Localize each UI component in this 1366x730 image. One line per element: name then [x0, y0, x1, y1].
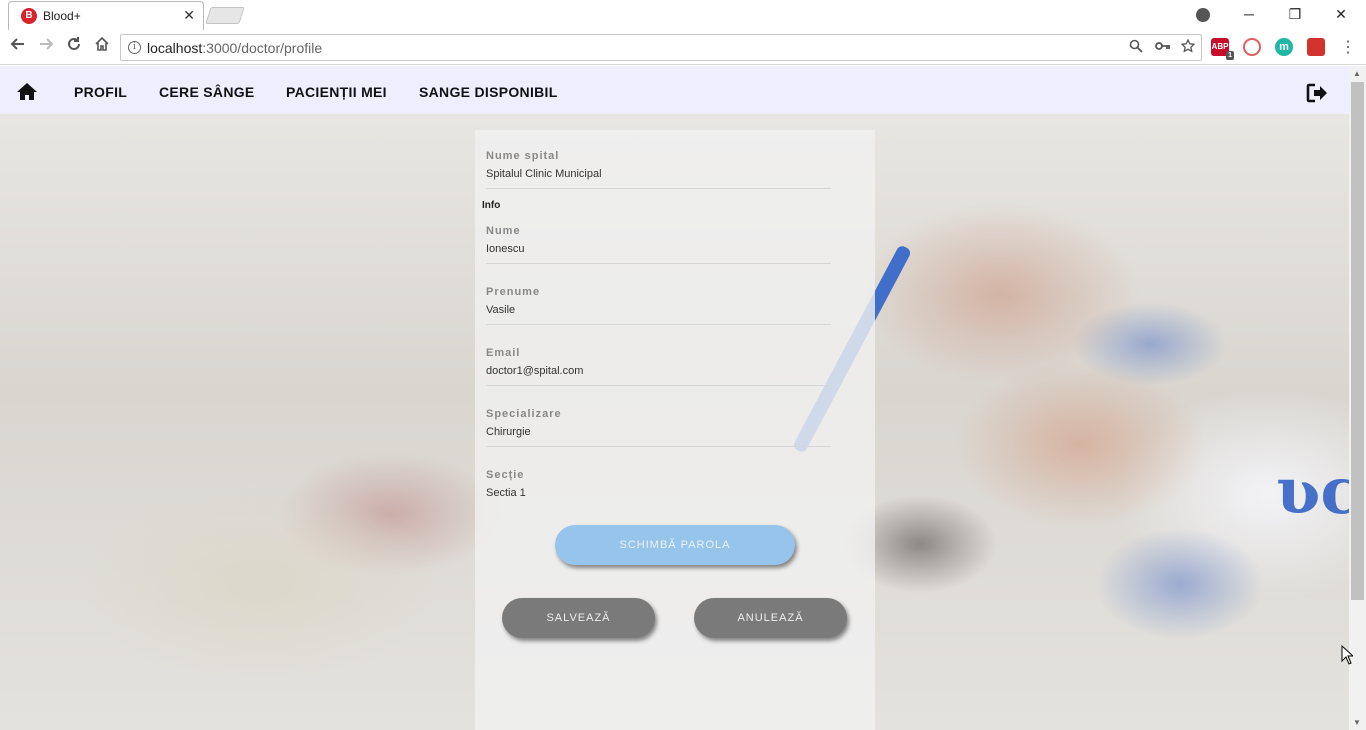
scroll-down-arrow-icon[interactable]: ▼	[1353, 718, 1361, 727]
zoom-icon[interactable]	[1129, 39, 1143, 56]
reload-icon[interactable]	[62, 36, 86, 58]
save-button[interactable]: SALVEAZĂ	[502, 598, 655, 638]
mouse-cursor-icon	[1341, 645, 1353, 665]
field-label: Secție	[486, 469, 525, 481]
address-url: localhost:3000/doctor/profile	[147, 40, 323, 56]
field-label: Email	[486, 347, 521, 359]
field-email: Email doctor1@spital.com	[486, 347, 831, 386]
profile-card: Nume spital Spitalul Clinic Municipal In…	[475, 130, 875, 730]
field-specializare: Specializare Chirurgie	[486, 408, 831, 447]
field-label: Specializare	[486, 408, 562, 420]
adblock-extension-icon[interactable]: ABP 1	[1211, 38, 1234, 60]
browser-profile-icon[interactable]	[1180, 0, 1226, 28]
nav-profil[interactable]: PROFIL	[74, 84, 127, 100]
specializare-input[interactable]: Chirurgie	[486, 426, 831, 447]
field-prenume: Prenume Vasile	[486, 286, 831, 325]
browser-toolbar: i localhost:3000/doctor/profile ABP 1 m ⋮	[0, 30, 1366, 65]
extension-m-icon[interactable]: m	[1275, 38, 1293, 56]
cancel-button[interactable]: ANULEAZĂ	[694, 598, 847, 638]
minimize-window-button[interactable]: ─	[1226, 0, 1272, 28]
nav-pacientii-mei[interactable]: PACIENȚII MEI	[286, 84, 387, 100]
adblock-badge: 1	[1226, 51, 1234, 60]
sectie-input[interactable]: Sectia 1	[486, 487, 831, 507]
field-nume: Nume Ionescu	[486, 225, 831, 264]
new-tab-button[interactable]	[205, 7, 245, 24]
field-label: Prenume	[486, 286, 541, 298]
blood-favicon-icon: B	[21, 8, 37, 24]
nume-input[interactable]: Ionescu	[486, 243, 831, 264]
field-label: Nume	[486, 225, 521, 237]
logout-icon[interactable]	[1306, 83, 1328, 103]
tab-close-icon[interactable]: ✕	[183, 7, 195, 23]
email-input[interactable]: doctor1@spital.com	[486, 365, 831, 386]
background-uniform-logo: ʋc	[1276, 454, 1349, 529]
key-icon[interactable]	[1155, 39, 1171, 56]
nume-spital-value[interactable]: Spitalul Clinic Municipal	[486, 168, 831, 189]
prenume-input[interactable]: Vasile	[486, 304, 831, 325]
extension-red-icon[interactable]	[1243, 38, 1261, 56]
app-navbar: PROFIL CERE SÂNGE PACIENȚII MEI SANGE DI…	[0, 66, 1349, 114]
home-icon[interactable]	[16, 82, 38, 100]
page-content: ʋc PROFIL CERE SÂNGE PACIENȚII MEI SANGE…	[0, 66, 1349, 730]
tab-title: Blood+	[43, 9, 81, 23]
field-label: Nume spital	[486, 150, 560, 162]
change-password-button[interactable]: SCHIMBĂ PAROLA	[555, 525, 795, 565]
close-window-button[interactable]: ✕	[1318, 0, 1364, 28]
back-arrow-icon[interactable]	[6, 36, 30, 58]
nav-cere-sange[interactable]: CERE SÂNGE	[159, 84, 255, 100]
browser-tab-active[interactable]: B Blood+ ✕	[8, 1, 204, 30]
bookmark-star-icon[interactable]	[1180, 38, 1196, 56]
scroll-up-arrow-icon[interactable]: ▲	[1353, 69, 1361, 78]
page-scrollbar[interactable]: ▲ ▼	[1349, 66, 1366, 730]
scroll-thumb[interactable]	[1351, 82, 1364, 600]
forward-arrow-icon[interactable]	[34, 36, 58, 58]
info-heading: Info	[482, 200, 501, 211]
extension-square-icon[interactable]	[1307, 38, 1325, 56]
site-info-icon[interactable]: i	[128, 41, 141, 54]
field-sectie: Secție Sectia 1	[486, 469, 831, 507]
restore-window-button[interactable]: ❐	[1272, 0, 1318, 28]
browser-home-icon[interactable]	[90, 36, 114, 58]
field-nume-spital: Nume spital Spitalul Clinic Municipal	[486, 150, 831, 189]
address-bar[interactable]: i localhost:3000/doctor/profile	[120, 34, 1202, 61]
browser-menu-icon[interactable]: ⋮	[1340, 37, 1356, 57]
nav-sange-disponibil[interactable]: SANGE DISPONIBIL	[419, 84, 558, 100]
browser-titlebar: B Blood+ ✕ ─ ❐ ✕	[0, 0, 1366, 30]
